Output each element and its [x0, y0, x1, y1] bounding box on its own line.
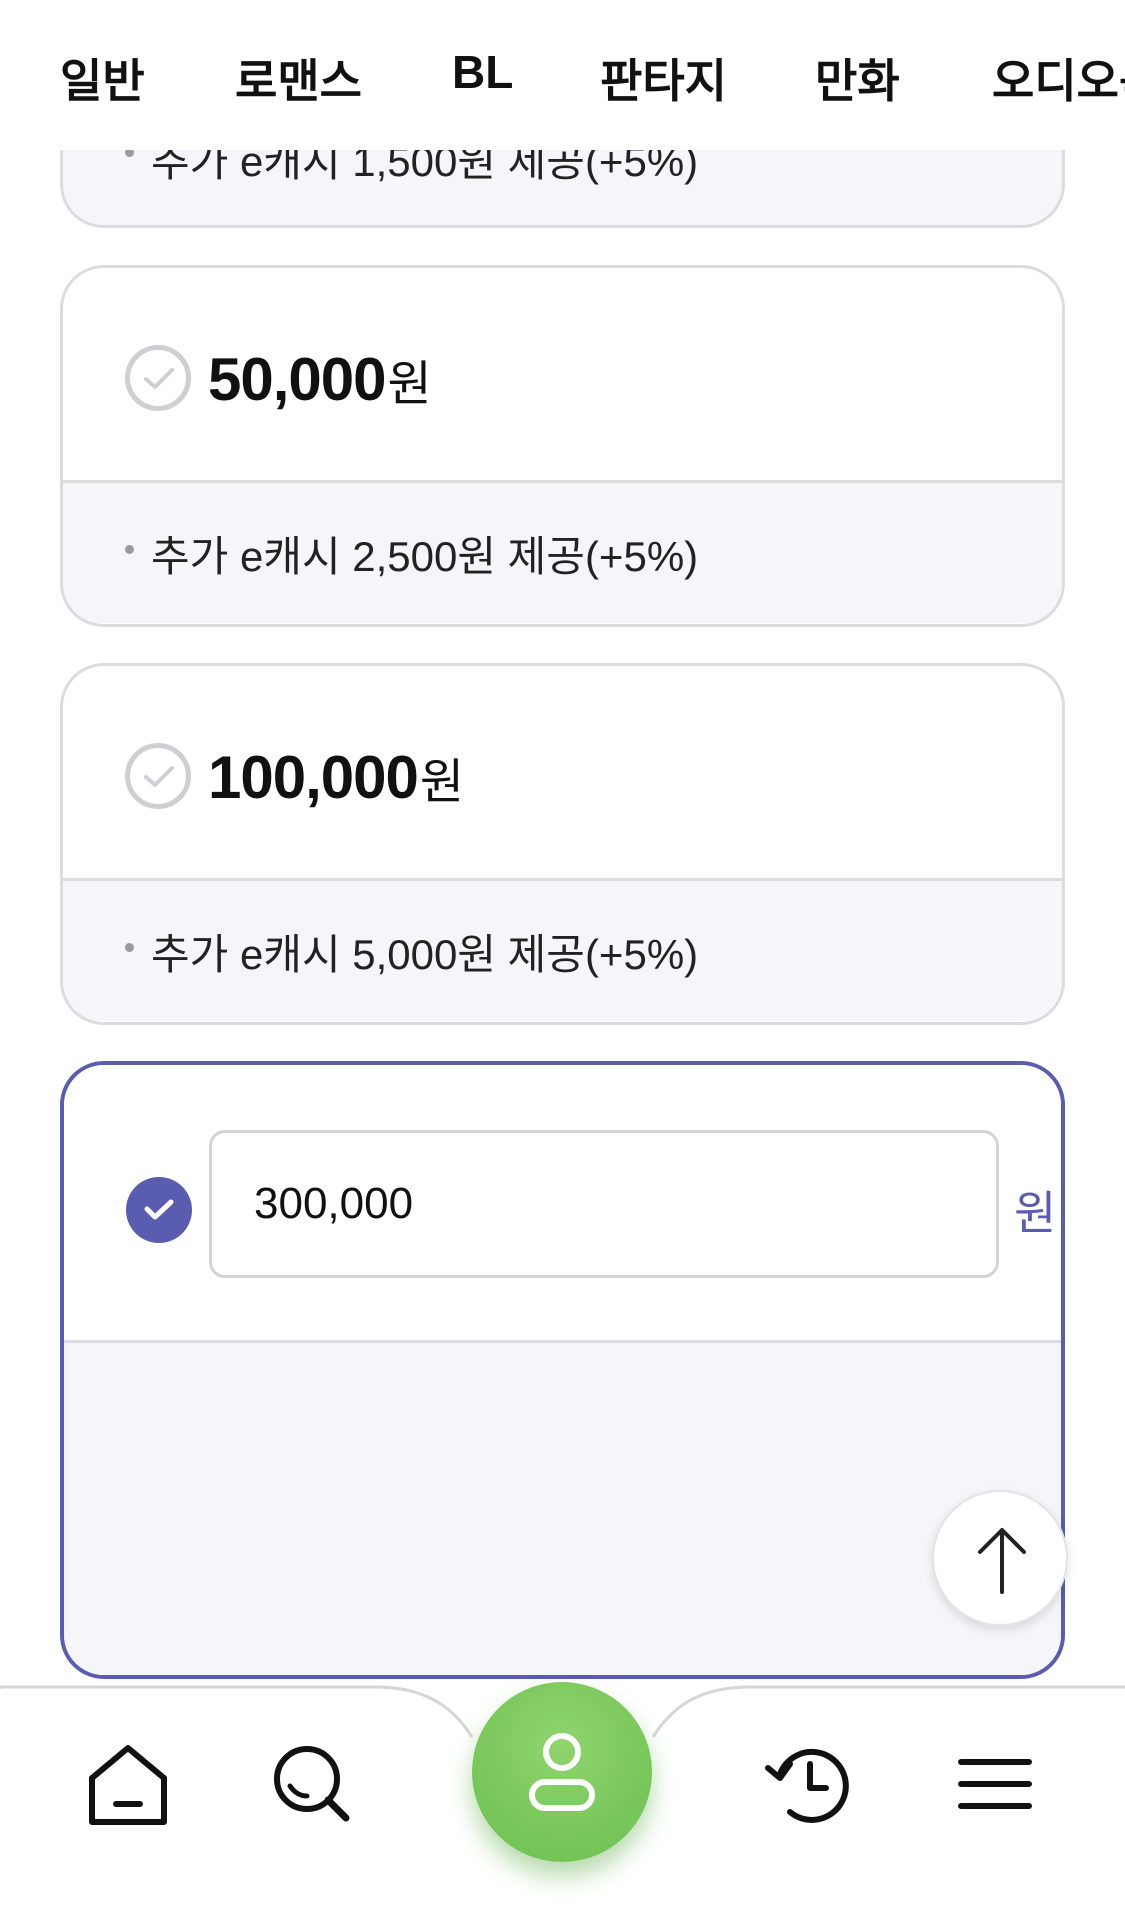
custom-header: 원: [64, 1065, 1061, 1343]
option-amount: 50,000원: [208, 346, 432, 413]
check-icon[interactable]: [125, 345, 191, 411]
tab-bl[interactable]: BL: [452, 45, 513, 99]
option-bonus: 추가 e캐시 2,500원 제공(+5%): [63, 483, 1062, 623]
scroll-top-button[interactable]: [932, 1490, 1068, 1626]
nav-my-page[interactable]: [472, 1682, 652, 1862]
tab-comics[interactable]: 만화: [815, 45, 900, 111]
charge-option-50000[interactable]: 50,000원 추가 e캐시 2,500원 제공(+5%): [60, 265, 1065, 627]
nav-home[interactable]: [78, 1734, 178, 1834]
bullet-icon: [125, 545, 134, 554]
tab-general[interactable]: 일반: [60, 45, 145, 111]
bonus-text: 추가 e캐시 5,000원 제공(+5%): [151, 931, 699, 978]
bottom-nav: [0, 1682, 1125, 1905]
tab-audiobook[interactable]: 오디오북: [992, 45, 1125, 111]
option-header: 100,000원: [63, 666, 1062, 881]
tab-romance[interactable]: 로맨스: [235, 45, 362, 111]
category-tabs: 일반 로맨스 BL 판타지 만화 오디오북: [0, 0, 1125, 150]
option-bonus: 추가 e캐시 5,000원 제공(+5%): [63, 881, 1062, 1021]
tab-fantasy[interactable]: 판타지: [600, 45, 727, 111]
charge-option-custom[interactable]: 원: [60, 1061, 1065, 1679]
nav-history[interactable]: [760, 1734, 860, 1834]
custom-bonus: [64, 1343, 1061, 1675]
check-icon[interactable]: [126, 1177, 192, 1243]
option-header: 50,000원: [63, 268, 1062, 483]
currency-unit: 원: [1014, 1187, 1057, 1239]
bullet-icon: [125, 943, 134, 952]
bonus-text: 추가 e캐시 2,500원 제공(+5%): [151, 533, 699, 580]
check-icon[interactable]: [125, 743, 191, 809]
option-amount: 100,000원: [208, 744, 464, 811]
charge-option-100000[interactable]: 100,000원 추가 e캐시 5,000원 제공(+5%): [60, 663, 1065, 1025]
custom-amount-input[interactable]: [209, 1130, 999, 1278]
nav-menu[interactable]: [945, 1734, 1045, 1834]
nav-search[interactable]: [262, 1734, 362, 1834]
